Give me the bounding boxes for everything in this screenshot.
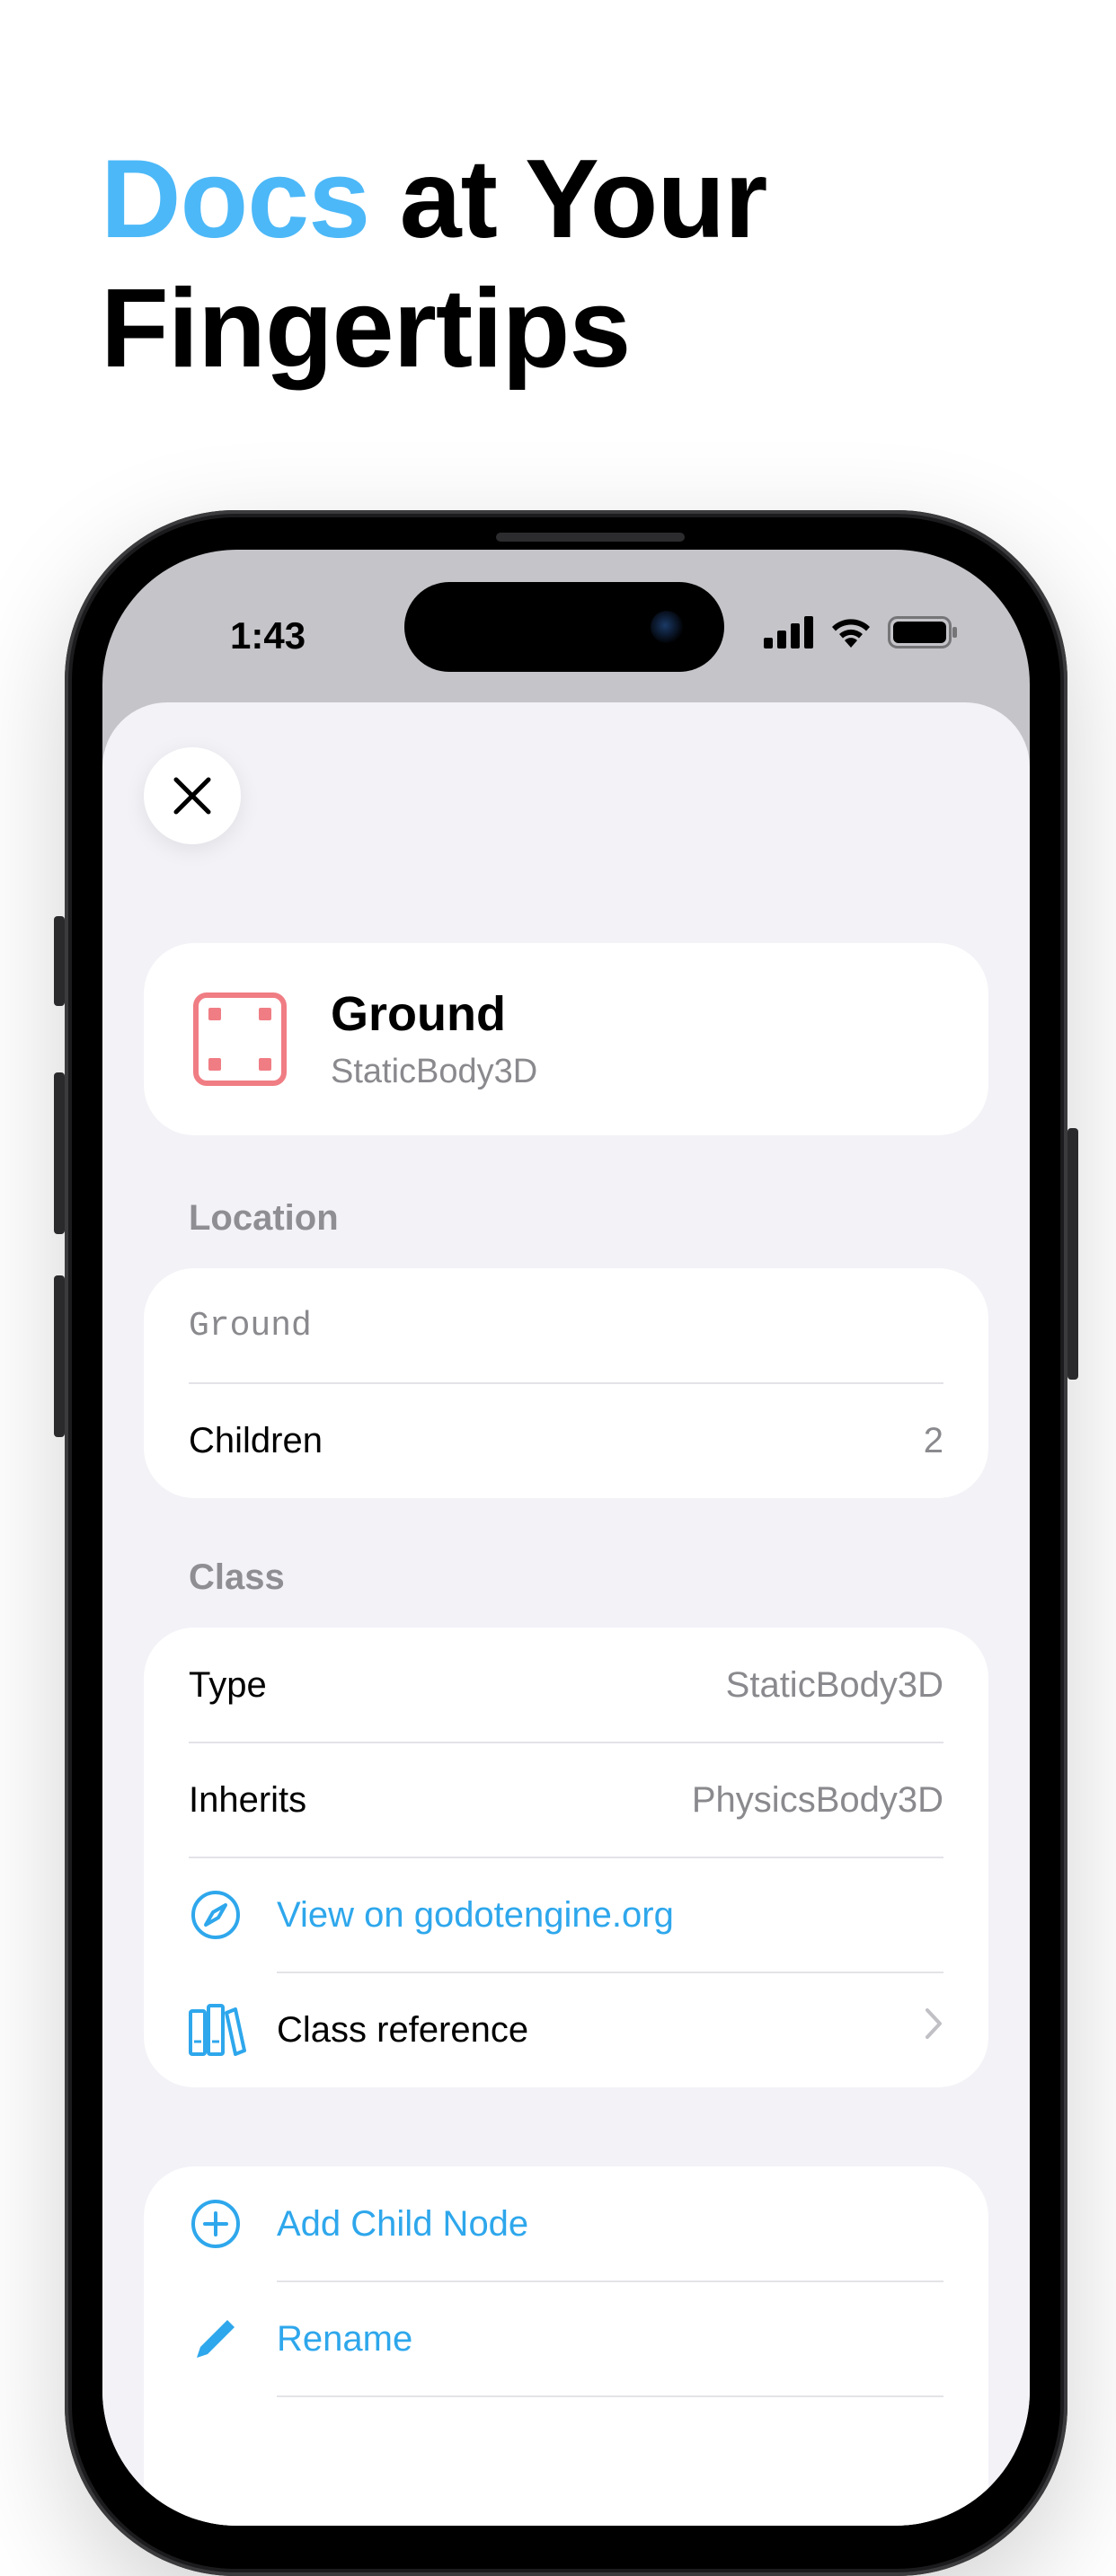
divider: [277, 2395, 943, 2397]
node-header-card: Ground StaticBody3D: [144, 943, 988, 1135]
class-reference-label: Class reference: [277, 2009, 529, 2050]
status-icons: [764, 614, 958, 650]
type-row: Type StaticBody3D: [189, 1628, 943, 1742]
status-bar: 1:43: [102, 550, 1030, 702]
children-count: 2: [923, 1420, 943, 1460]
actions-card: Add Child Node Rename: [144, 2166, 988, 2526]
view-on-web-row[interactable]: View on godotengine.org: [144, 1857, 988, 1972]
location-path-row[interactable]: Ground: [189, 1268, 943, 1383]
type-label: Type: [189, 1664, 267, 1705]
location-card: Ground Children 2: [144, 1268, 988, 1498]
children-row: Children 2: [189, 1383, 943, 1498]
rename-button[interactable]: Rename: [277, 2281, 412, 2396]
add-child-node-row[interactable]: Add Child Node: [144, 2166, 988, 2281]
class-reference-row[interactable]: Class reference: [144, 1972, 988, 2087]
battery-icon: [888, 616, 957, 648]
inherits-row: Inherits PhysicsBody3D: [189, 1742, 943, 1857]
view-on-web-link[interactable]: View on godotengine.org: [277, 1857, 674, 1972]
wifi-icon: [832, 619, 870, 648]
status-time: 1:43: [230, 614, 306, 657]
volume-down-button: [54, 1275, 65, 1437]
power-button: [1067, 1128, 1078, 1380]
close-icon: [173, 777, 211, 815]
add-child-node-button[interactable]: Add Child Node: [277, 2166, 528, 2281]
inherits-label: Inherits: [189, 1779, 307, 1820]
location-section-label: Location: [189, 1198, 339, 1238]
rename-row[interactable]: Rename: [144, 2281, 988, 2396]
class-card: Type StaticBody3D Inherits PhysicsBody3D…: [144, 1628, 988, 2087]
close-button[interactable]: [144, 747, 241, 844]
node-class: StaticBody3D: [331, 1053, 538, 1090]
volume-up-button: [54, 1072, 65, 1234]
headline: Docs at Your Fingertips: [101, 135, 768, 393]
headline-accent: Docs: [101, 137, 370, 261]
pencil-icon: [189, 2312, 243, 2366]
children-label: Children: [189, 1420, 323, 1460]
type-value: StaticBody3D: [725, 1664, 943, 1705]
action-button: [54, 916, 65, 1006]
chevron-right-icon: [924, 2007, 943, 2050]
headline-rest: at Your: [369, 137, 768, 261]
inherits-value: PhysicsBody3D: [691, 1779, 943, 1820]
detail-sheet: Ground StaticBody3D Location Ground Chil…: [102, 702, 1030, 2526]
cellular-icon: [764, 616, 813, 648]
phone-screen: 1:43 Ground StaticBody3D Location Ground…: [102, 550, 1030, 2526]
compass-icon: [189, 1888, 243, 1942]
class-section-label: Class: [189, 1557, 285, 1597]
node-name: Ground: [331, 987, 506, 1041]
dynamic-island: [404, 582, 724, 672]
books-icon: [189, 2003, 246, 2057]
static-body-icon: [193, 992, 287, 1086]
headline-line2: Fingertips: [101, 267, 631, 391]
camera-icon: [651, 611, 683, 643]
speaker-grille: [496, 533, 685, 542]
location-path: Ground: [189, 1306, 312, 1345]
plus-circle-icon: [189, 2197, 243, 2251]
